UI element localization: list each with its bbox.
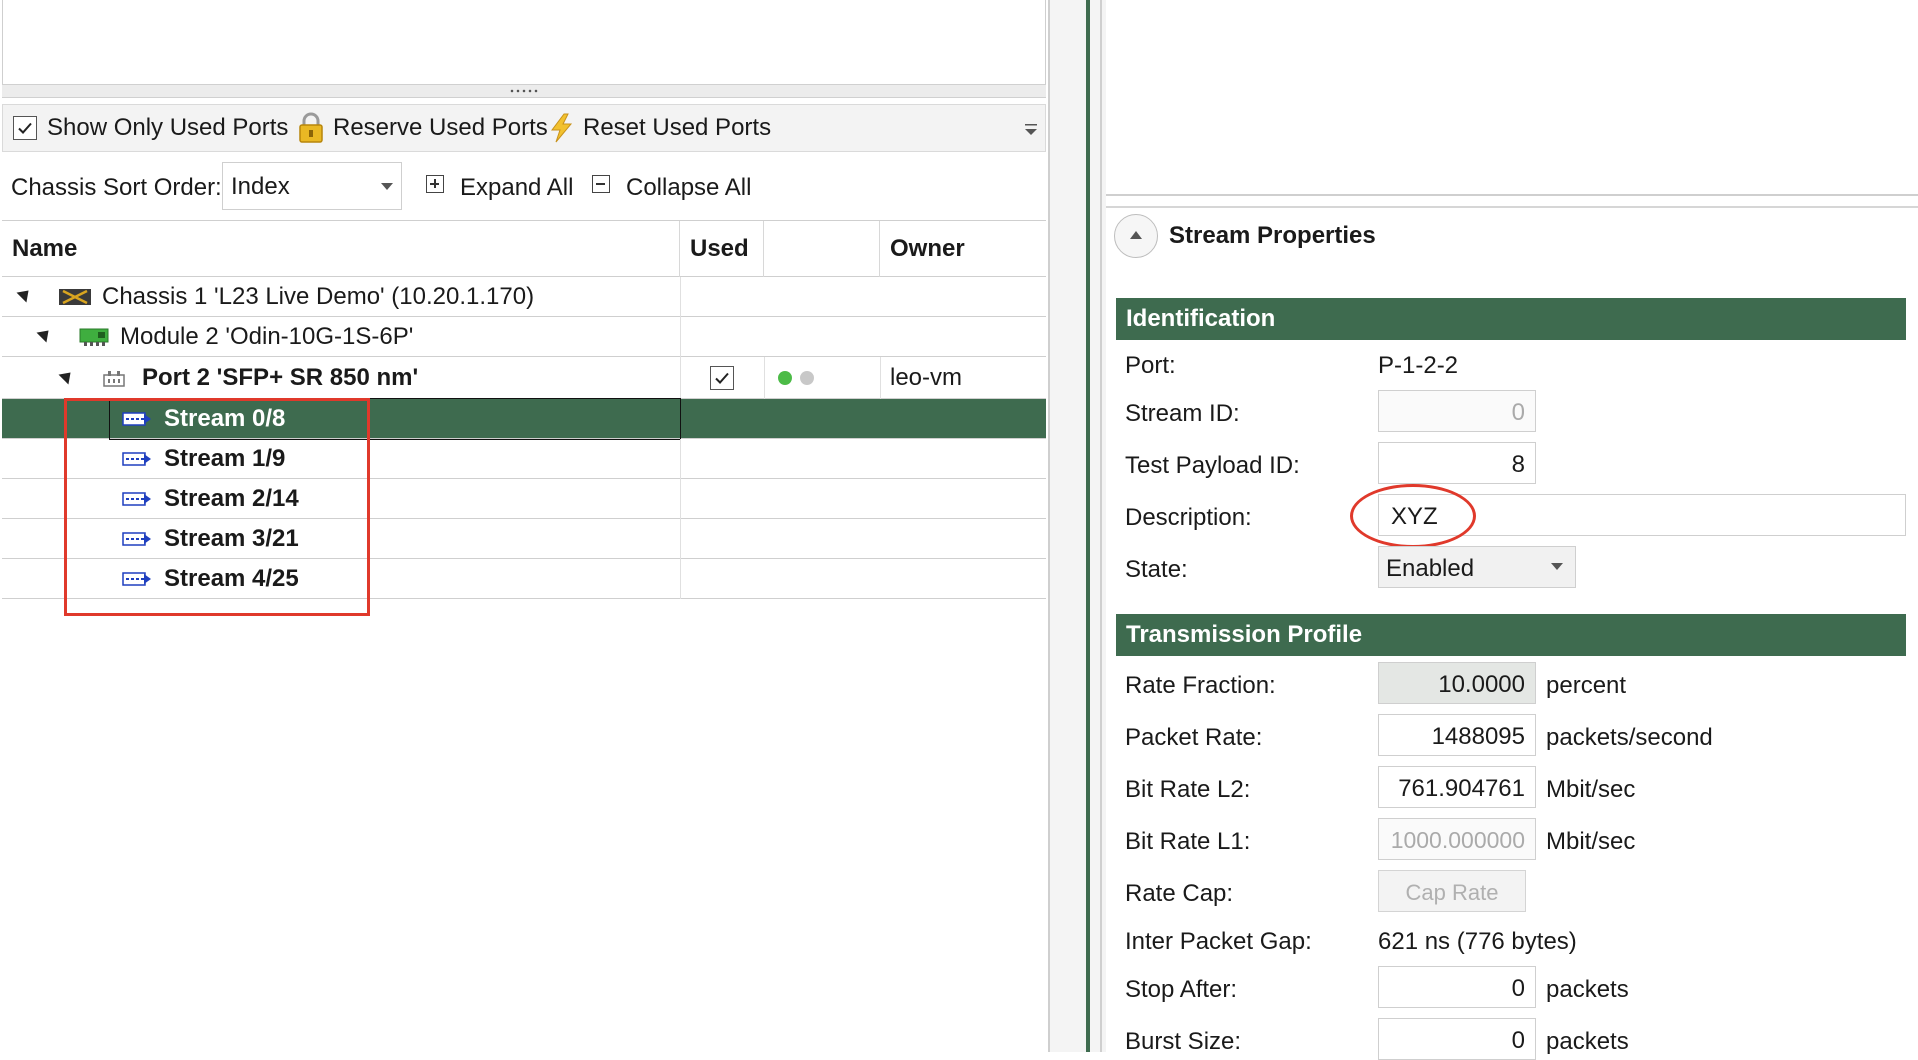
port-field-label: Port: (1125, 352, 1176, 379)
checkbox-checked-icon (715, 372, 729, 384)
port-owner: leo-vm (890, 364, 963, 391)
chassis-sort-order-value: Index (231, 173, 290, 200)
collapse-minus-icon (592, 175, 610, 193)
tree-row-module[interactable]: Module 2 'Odin-10G-1S-6P' (2, 317, 1046, 357)
port-icon (103, 371, 125, 387)
state-value: Enabled (1386, 555, 1475, 582)
column-header-used[interactable]: Used (680, 221, 764, 277)
rate-fraction-label: Rate Fraction: (1125, 672, 1276, 699)
splitter-grip-icon[interactable] (509, 89, 539, 93)
stop-after-unit: packets (1546, 976, 1629, 1003)
chevron-down-icon (1551, 563, 1563, 570)
expander-icon[interactable] (36, 325, 54, 343)
expand-plus-icon (426, 175, 444, 193)
chassis-tree-grid: Name Used Owner Chassis 1 'L23 Live Demo… (2, 220, 1046, 1052)
lock-icon (299, 112, 323, 143)
column-header-status[interactable] (764, 221, 880, 277)
description-label: Description: (1125, 504, 1252, 531)
inter-packet-gap-label: Inter Packet Gap: (1125, 928, 1312, 955)
sort-row: Chassis Sort Order: Index Expand All Col… (2, 160, 1046, 214)
rate-cap-label: Rate Cap: (1125, 880, 1234, 907)
module-label: Module 2 'Odin-10G-1S-6P' (120, 323, 414, 350)
reserve-used-ports-label: Reserve Used Ports (333, 114, 548, 141)
state-label: State: (1125, 556, 1188, 583)
tree-row-chassis[interactable]: Chassis 1 'L23 Live Demo' (10.20.1.170) (2, 277, 1046, 317)
packet-rate-field[interactable]: 1488095 (1378, 714, 1536, 756)
ports-toolbar: Show Only Used Ports Reserve Used Ports … (2, 104, 1046, 152)
bit-rate-l1-field: 1000.000000 (1378, 818, 1536, 860)
bit-rate-l1-label: Bit Rate L1: (1125, 828, 1251, 855)
collapse-all-label: Collapse All (626, 174, 752, 201)
rate-fraction-field[interactable]: 10.0000 (1378, 662, 1536, 704)
annotation-highlight-description (1350, 484, 1476, 548)
expander-icon[interactable] (58, 367, 76, 385)
section-identification-header: Identification (1116, 298, 1906, 340)
module-icon (79, 328, 109, 346)
bit-rate-l2-field[interactable]: 761.904761 (1378, 766, 1536, 808)
chassis-sort-order-select[interactable]: Index (222, 162, 402, 210)
collapse-up-icon[interactable] (1114, 214, 1158, 258)
bit-rate-l2-unit: Mbit/sec (1546, 776, 1636, 803)
lightning-icon (551, 113, 573, 143)
overflow-chevron-icon[interactable] (1021, 119, 1041, 141)
port-used-checkbox[interactable] (710, 366, 734, 390)
status-green-dot-icon (778, 371, 792, 385)
show-only-used-ports-label: Show Only Used Ports (47, 114, 289, 141)
column-header-owner[interactable]: Owner (880, 221, 1046, 277)
reset-used-ports-button[interactable]: Reset Used Ports (547, 105, 771, 151)
column-header-name[interactable]: Name (2, 221, 680, 277)
main-splitter[interactable] (1048, 0, 1106, 1052)
grid-header: Name Used Owner (2, 221, 1046, 277)
bit-rate-l2-label: Bit Rate L2: (1125, 776, 1251, 803)
left-top-empty-area (2, 0, 1046, 86)
stream-id-field: 0 (1378, 390, 1536, 432)
chassis-icon (59, 289, 91, 305)
chevron-down-icon (381, 183, 393, 190)
cap-rate-button[interactable]: Cap Rate (1378, 870, 1526, 912)
tree-row-port[interactable]: Port 2 'SFP+ SR 850 nm' leo-vm (2, 357, 1046, 399)
port-field-value: P-1-2-2 (1378, 352, 1459, 379)
annotation-highlight-streams (64, 398, 370, 616)
collapse-all-button[interactable]: Collapse All (592, 160, 762, 214)
stream-id-label: Stream ID: (1125, 400, 1240, 427)
panel-title: Stream Properties (1169, 222, 1376, 249)
test-payload-id-label: Test Payload ID: (1125, 452, 1300, 479)
inter-packet-gap-value: 621 ns (776 bytes) (1378, 928, 1577, 955)
status-grey-dot-icon (800, 371, 814, 385)
chassis-label: Chassis 1 'L23 Live Demo' (10.20.1.170) (102, 283, 535, 310)
right-top-empty-area (1106, 0, 1918, 196)
packet-rate-label: Packet Rate: (1125, 724, 1263, 751)
reset-used-ports-label: Reset Used Ports (583, 114, 772, 141)
reserve-used-ports-button[interactable]: Reserve Used Ports (297, 105, 548, 151)
section-transmission-header: Transmission Profile (1116, 614, 1906, 656)
bit-rate-l1-unit: Mbit/sec (1546, 828, 1636, 855)
burst-size-field[interactable]: 0 (1378, 1018, 1536, 1060)
chassis-sort-order-label: Chassis Sort Order: (11, 174, 222, 201)
packet-rate-unit: packets/second (1546, 724, 1713, 751)
expander-icon[interactable] (16, 285, 34, 303)
rate-fraction-unit: percent (1546, 672, 1627, 699)
show-only-used-ports-toggle[interactable]: Show Only Used Ports (13, 105, 288, 151)
state-select[interactable]: Enabled (1378, 546, 1576, 588)
stop-after-field[interactable]: 0 (1378, 966, 1536, 1008)
stop-after-label: Stop After: (1125, 976, 1238, 1003)
horizontal-splitter[interactable] (2, 84, 1046, 98)
checkbox-checked-icon[interactable] (13, 116, 37, 140)
expand-all-label: Expand All (460, 174, 574, 201)
expand-all-button[interactable]: Expand All (426, 160, 576, 214)
test-payload-id-field[interactable]: 8 (1378, 442, 1536, 484)
port-label: Port 2 'SFP+ SR 850 nm' (142, 364, 419, 391)
